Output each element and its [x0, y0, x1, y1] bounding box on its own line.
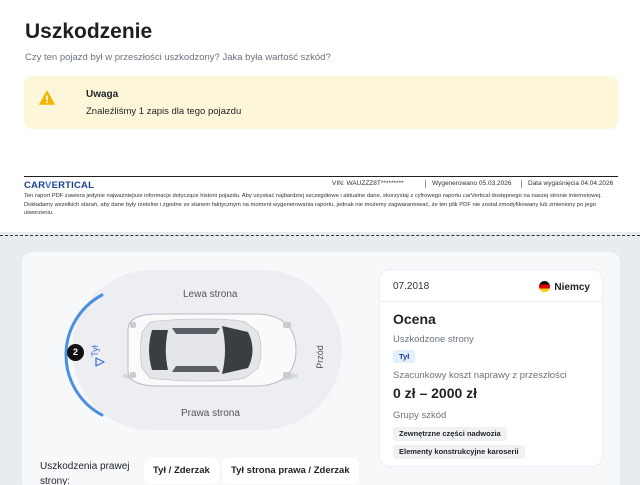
damage-group-tag: Zewnętrzne części nadwozia: [393, 427, 507, 441]
record-divider: [380, 301, 602, 302]
damage-group-tag: Elementy konstrukcyjne karoserii: [393, 445, 525, 459]
front-label: Przód: [314, 345, 325, 369]
record-date: 07.2018: [393, 281, 430, 292]
damage-chip: Tył strona prawa / Zderzak: [222, 458, 359, 484]
damaged-sides-label: Uszkodzone strony: [393, 334, 474, 345]
damage-record-card: 07.2018 Niemcy Ocena Uszkodzone strony T…: [380, 270, 602, 466]
record-country: Niemcy: [539, 281, 590, 293]
repair-cost-value: 0 zł – 2000 zł: [393, 385, 478, 401]
alert-triangle-icon: [95, 357, 105, 367]
left-side-label: Lewa strona: [183, 289, 238, 300]
right-side-damage-label: Uszkodzenia prawej strony:: [40, 461, 130, 485]
car-top-view: [122, 313, 298, 387]
damage-chip: Tył / Zderzak: [144, 458, 219, 484]
damage-groups-label: Grupy szkód: [393, 410, 447, 421]
repair-cost-label: Szacunkowy koszt naprawy z przeszłości: [393, 370, 567, 381]
right-side-label: Prawa strona: [181, 408, 240, 419]
damaged-side-tag: Tył: [393, 350, 416, 363]
damage-count-badge: 2: [67, 344, 84, 361]
germany-flag-icon: [539, 281, 551, 292]
assessment-title: Ocena: [393, 311, 436, 327]
rear-label: Tył: [89, 345, 100, 357]
